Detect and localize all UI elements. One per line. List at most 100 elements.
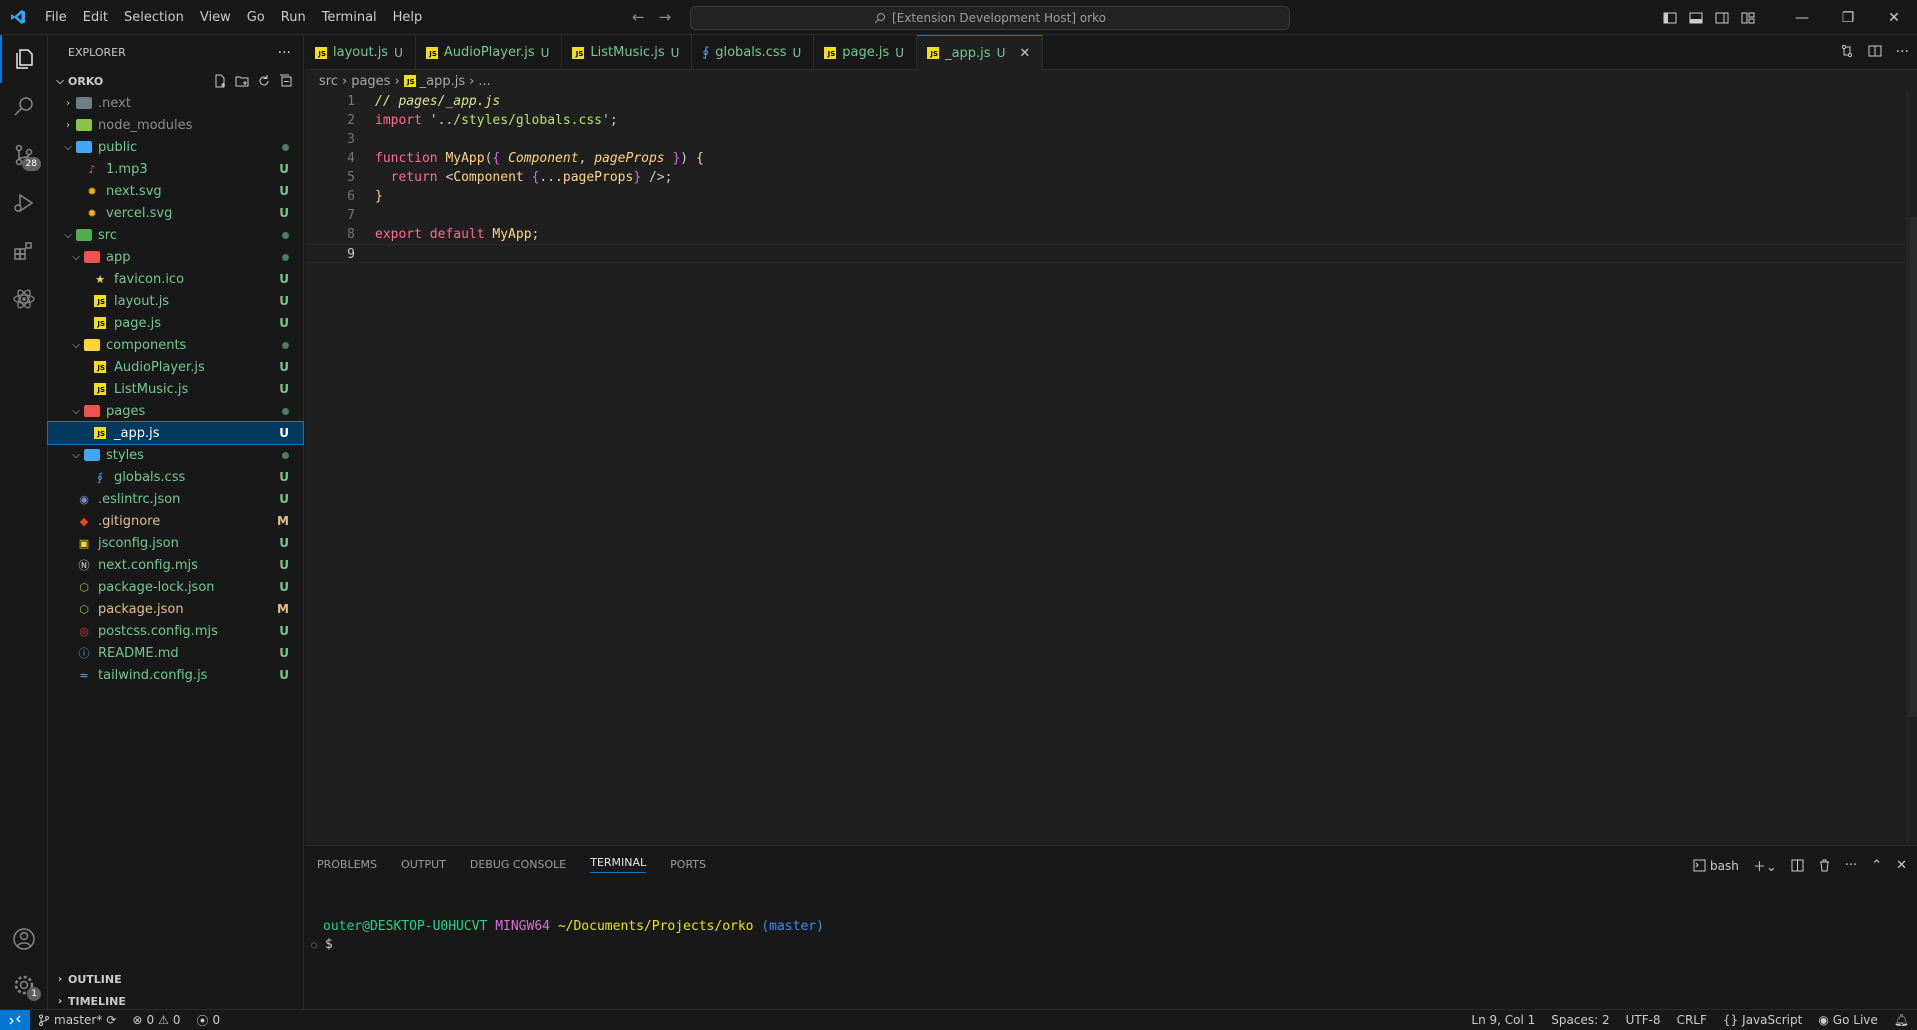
folder-row[interactable]: › node_modules <box>48 114 303 136</box>
panel-tab-ports[interactable]: PORTS <box>670 858 706 871</box>
folder-row[interactable]: ⌵ components <box>48 334 303 356</box>
terminal-shell-selector[interactable]: bash <box>1693 859 1739 873</box>
more-actions-icon[interactable]: ··· <box>1845 858 1857 873</box>
menu-item-help[interactable]: Help <box>385 0 431 35</box>
workspace-root-header[interactable]: ⌵ ORKO <box>48 70 303 92</box>
close-window-icon[interactable]: ✕ <box>1871 10 1917 26</box>
editor-tab[interactable]: JS page.js U <box>814 35 918 70</box>
menu-item-file[interactable]: File <box>37 0 75 35</box>
menu-item-view[interactable]: View <box>192 0 239 35</box>
menu-item-go[interactable]: Go <box>239 0 273 35</box>
file-row[interactable]: ◎ postcss.config.mjs U <box>48 620 303 642</box>
folder-row[interactable]: ⌵ public <box>48 136 303 158</box>
file-row[interactable]: ⓘ README.md U <box>48 642 303 664</box>
toggle-primary-sidebar-icon[interactable] <box>1663 11 1677 25</box>
menu-item-selection[interactable]: Selection <box>116 0 192 35</box>
breadcrumb-item[interactable]: ... <box>478 74 490 89</box>
language-mode[interactable]: {} JavaScript <box>1715 1013 1810 1027</box>
kill-terminal-icon[interactable] <box>1818 859 1831 872</box>
file-row[interactable]: JS ListMusic.js U <box>48 378 303 400</box>
editor-tab[interactable]: ∮ globals.css U <box>692 35 815 70</box>
menu-item-terminal[interactable]: Terminal <box>314 0 385 35</box>
cursor-position[interactable]: Ln 9, Col 1 <box>1463 1013 1543 1027</box>
manage-gear-icon[interactable]: 1 <box>0 961 48 1009</box>
close-panel-icon[interactable]: ✕ <box>1896 858 1907 873</box>
folder-row[interactable]: ⌵ app <box>48 246 303 268</box>
menu-item-run[interactable]: Run <box>273 0 314 35</box>
maximize-panel-icon[interactable]: ⌃ <box>1871 858 1882 873</box>
file-row[interactable]: JS AudioPlayer.js U <box>48 356 303 378</box>
file-row[interactable]: ✹ next.svg U <box>48 180 303 202</box>
git-branch-status[interactable]: master* ⟳ <box>30 1013 124 1027</box>
file-row[interactable]: ⬡ package.json M <box>48 598 303 620</box>
customize-layout-icon[interactable] <box>1741 11 1755 25</box>
collapse-all-icon[interactable] <box>279 74 293 88</box>
extensions-icon[interactable] <box>0 227 48 275</box>
ports-status[interactable]: ⦿ 0 <box>189 1012 229 1029</box>
panel-tab-debug-console[interactable]: DEBUG CONSOLE <box>470 858 566 871</box>
go-live-button[interactable]: ◉ Go Live <box>1810 1013 1885 1027</box>
editor-tab[interactable]: JS _app.js U ✕ <box>917 35 1044 70</box>
back-arrow-icon[interactable]: ← <box>632 8 645 26</box>
more-actions-icon[interactable]: ··· <box>1896 44 1909 60</box>
breadcrumb-item[interactable]: _app.js <box>420 74 466 89</box>
folder-row[interactable]: ⌵ styles <box>48 444 303 466</box>
indentation-status[interactable]: Spaces: 2 <box>1543 1013 1617 1027</box>
encoding-status[interactable]: UTF-8 <box>1618 1013 1669 1027</box>
notifications-bell-icon[interactable]: 🔔︎ <box>1886 1013 1917 1027</box>
new-file-icon[interactable] <box>213 74 227 88</box>
file-row[interactable]: ★ favicon.ico U <box>48 268 303 290</box>
eol-status[interactable]: CRLF <box>1669 1013 1715 1027</box>
new-folder-icon[interactable] <box>235 74 249 88</box>
forward-arrow-icon[interactable]: → <box>659 8 672 26</box>
terminal-output[interactable]: outer@DESKTOP-U0HUCVT MINGW64 ~/Document… <box>311 918 824 955</box>
breadcrumb-item[interactable]: src <box>319 74 338 89</box>
file-row[interactable]: ▣ jsconfig.json U <box>48 532 303 554</box>
editor-tab[interactable]: JS layout.js U <box>305 35 416 70</box>
explorer-icon[interactable] <box>0 35 48 83</box>
run-debug-icon[interactable] <box>0 179 48 227</box>
folder-row[interactable]: › .next <box>48 92 303 114</box>
file-row[interactable]: ≈ tailwind.config.js U <box>48 664 303 686</box>
toggle-secondary-sidebar-icon[interactable] <box>1715 11 1729 25</box>
problems-status[interactable]: ⊗ 0 ⚠ 0 <box>124 1013 188 1027</box>
restore-icon[interactable]: ❐ <box>1825 10 1871 26</box>
file-row[interactable]: ◉ .eslintrc.json U <box>48 488 303 510</box>
file-row[interactable]: ⬡ package-lock.json U <box>48 576 303 598</box>
command-center[interactable]: [Extension Development Host] orko <box>690 6 1290 30</box>
remote-indicator-icon[interactable] <box>0 1009 30 1030</box>
panel-tab-problems[interactable]: PROBLEMS <box>317 858 377 871</box>
file-row[interactable]: Ⓝnext.config.mjs U <box>48 554 303 576</box>
menu-item-edit[interactable]: Edit <box>75 0 116 35</box>
file-row[interactable]: JS _app.js U <box>47 421 304 445</box>
file-row[interactable]: JS layout.js U <box>48 290 303 312</box>
refresh-icon[interactable] <box>257 74 271 88</box>
folder-row[interactable]: ⌵ pages <box>48 400 303 422</box>
file-row[interactable]: ◆ .gitignore M <box>48 510 303 532</box>
panel-tab-output[interactable]: OUTPUT <box>401 858 446 871</box>
file-row[interactable]: JS page.js U <box>48 312 303 334</box>
react-icon[interactable] <box>0 275 48 323</box>
outline-section-header[interactable]: › OUTLINE <box>48 968 304 990</box>
close-tab-icon[interactable]: ✕ <box>1019 46 1030 61</box>
search-view-icon[interactable] <box>0 83 48 131</box>
editor-scrollbar[interactable] <box>1907 92 1917 844</box>
source-control-icon[interactable]: 28 <box>0 131 48 179</box>
panel-tab-terminal[interactable]: TERMINAL <box>590 856 647 873</box>
toggle-panel-icon[interactable] <box>1689 11 1703 25</box>
accounts-icon[interactable] <box>0 915 48 963</box>
folder-row[interactable]: ⌵ src <box>48 224 303 246</box>
file-row[interactable]: ♪ 1.mp3 U <box>48 158 303 180</box>
scrollbar-thumb[interactable] <box>1909 217 1917 717</box>
breadcrumb-item[interactable]: pages <box>351 74 390 89</box>
editor-tab[interactable]: JS AudioPlayer.js U <box>416 35 563 70</box>
open-changes-icon[interactable] <box>1840 44 1854 58</box>
editor-tab[interactable]: JS ListMusic.js U <box>562 35 693 70</box>
more-actions-icon[interactable]: ··· <box>278 45 291 61</box>
file-row[interactable]: ∮ globals.css U <box>48 466 303 488</box>
code-editor[interactable]: 1 // pages/_app.js 2 import '../styles/glob… <box>305 92 1917 844</box>
minimize-icon[interactable]: — <box>1779 10 1825 26</box>
file-row[interactable]: ✹ vercel.svg U <box>48 202 303 224</box>
new-terminal-icon[interactable]: ＋⌄ <box>1753 856 1777 875</box>
split-terminal-icon[interactable] <box>1791 859 1804 872</box>
